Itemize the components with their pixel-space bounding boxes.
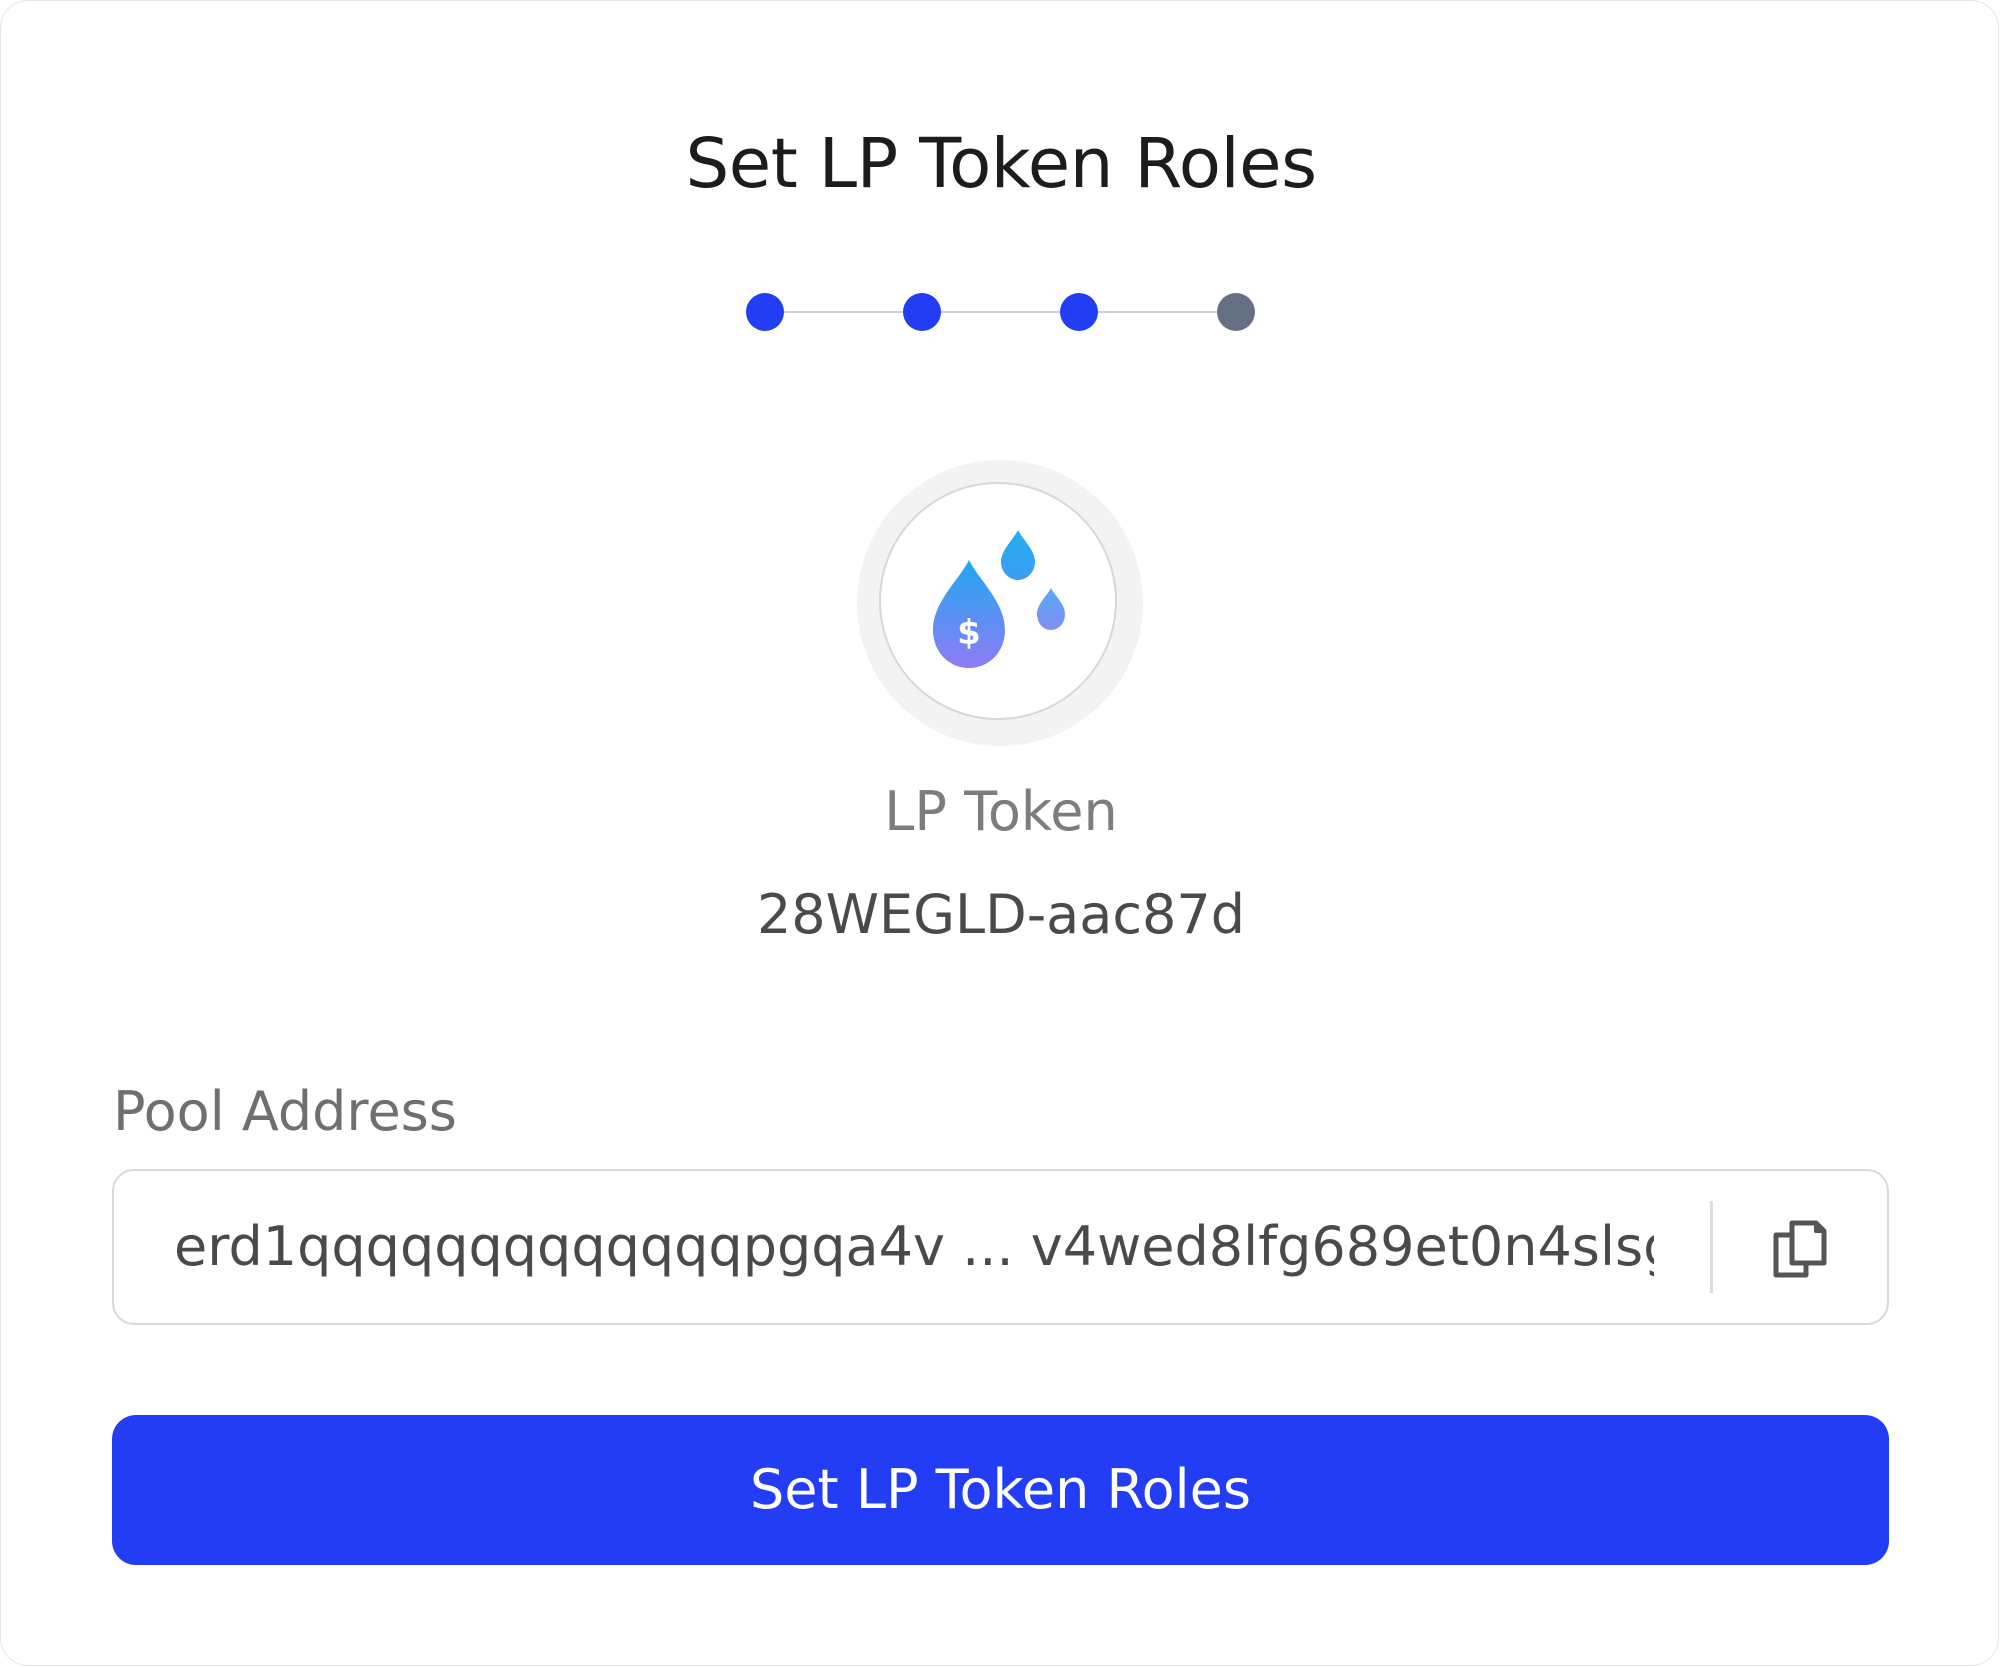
step-connector: [1080, 311, 1237, 313]
token-type-label: LP Token: [884, 780, 1118, 843]
pool-address-value[interactable]: erd1qqqqqqqqqqqqqpgqa4v ... v4wed8lfg689…: [174, 1171, 1654, 1323]
progress-stepper: [1, 1, 2000, 401]
step-connector: [923, 311, 1080, 313]
field-divider: [1710, 1201, 1713, 1293]
copy-icon: [1773, 1220, 1827, 1278]
step-connector: [766, 311, 923, 313]
token-identifier: 28WEGLD-aac87d: [756, 883, 1246, 946]
step-dot-4: [1217, 293, 1255, 331]
copy-address-button[interactable]: [1762, 1211, 1836, 1285]
lp-token-drops-icon: $: [933, 530, 1065, 668]
pool-address-label: Pool Address: [113, 1080, 457, 1143]
step-dot-2: [903, 293, 941, 331]
token-avatar: $: [857, 460, 1143, 746]
pool-address-field[interactable]: erd1qqqqqqqqqqqqqpgqa4v ... v4wed8lfg689…: [112, 1169, 1889, 1325]
step-dot-1: [746, 293, 784, 331]
set-lp-token-roles-button[interactable]: Set LP Token Roles: [112, 1415, 1889, 1565]
svg-text:$: $: [957, 613, 981, 653]
step-dot-3: [1060, 293, 1098, 331]
set-lp-token-roles-modal: Set LP Token Roles $ LP Token 28WEGLD-aa…: [0, 0, 1999, 1666]
